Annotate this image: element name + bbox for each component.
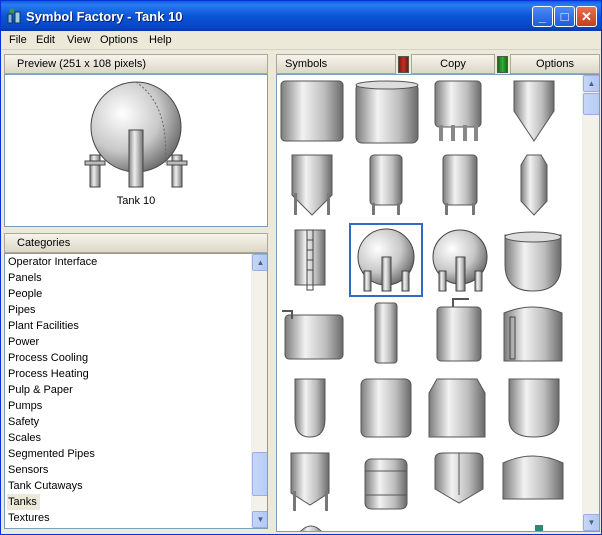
symbol-tank-24[interactable] bbox=[502, 455, 564, 500]
options-button[interactable]: Options bbox=[510, 54, 600, 74]
close-icon: ✕ bbox=[581, 9, 592, 24]
red-indicator-icon bbox=[398, 56, 409, 73]
category-item[interactable]: Panels bbox=[7, 270, 45, 286]
menu-options[interactable]: Options bbox=[100, 34, 138, 46]
pane-splitter[interactable] bbox=[269, 53, 275, 533]
symbols-header-label: Symbols bbox=[285, 58, 328, 70]
symbol-tank-17[interactable] bbox=[294, 378, 326, 438]
symbol-tank-3[interactable] bbox=[434, 80, 482, 141]
minimize-icon: _ bbox=[538, 9, 547, 24]
symbols-grid[interactable]: ▲ ▼ bbox=[276, 74, 600, 532]
copy-button-label: Copy bbox=[440, 58, 466, 70]
symbols-scrollbar[interactable]: ▲ ▼ bbox=[582, 75, 599, 531]
scroll-thumb[interactable] bbox=[252, 452, 267, 496]
symbol-tank-28[interactable] bbox=[535, 525, 543, 532]
symbol-tank-23[interactable] bbox=[434, 452, 484, 504]
window-title: Symbol Factory - Tank 10 bbox=[26, 9, 183, 24]
category-item[interactable]: People bbox=[7, 286, 45, 302]
category-item[interactable]: Pumps bbox=[7, 398, 45, 414]
scroll-down-icon[interactable]: ▼ bbox=[583, 514, 599, 531]
scroll-thumb[interactable] bbox=[583, 93, 599, 115]
close-button[interactable]: ✕ bbox=[576, 6, 597, 27]
symbol-tank-4[interactable] bbox=[513, 80, 555, 142]
category-item[interactable]: Sensors bbox=[7, 462, 51, 478]
categories-header: Categories bbox=[4, 233, 268, 253]
preview-header: Preview (251 x 108 pixels) bbox=[4, 54, 268, 74]
symbol-tank-20[interactable] bbox=[508, 378, 560, 438]
symbol-tank-8[interactable] bbox=[520, 154, 548, 216]
symbol-tank-5[interactable] bbox=[291, 154, 333, 216]
symbols-header: Symbols bbox=[276, 54, 396, 74]
category-item[interactable]: Textures bbox=[7, 510, 53, 526]
symbol-tank-14[interactable] bbox=[374, 302, 398, 364]
copy-button[interactable]: Copy bbox=[411, 54, 495, 74]
categories-list[interactable]: Operator Interface Panels People Pipes P… bbox=[4, 253, 268, 529]
category-item[interactable]: Plant Facilities bbox=[7, 318, 82, 334]
symbols-canvas bbox=[280, 80, 564, 532]
category-item[interactable]: Process Heating bbox=[7, 366, 92, 382]
menu-help[interactable]: Help bbox=[149, 34, 172, 46]
symbol-tank-19[interactable] bbox=[428, 378, 486, 438]
category-item[interactable]: Safety bbox=[7, 414, 42, 430]
category-item[interactable]: Process Cooling bbox=[7, 350, 91, 366]
categories-scrollbar[interactable]: ▲ ▼ bbox=[251, 254, 267, 528]
preview-header-label: Preview (251 x 108 pixels) bbox=[17, 58, 147, 70]
symbol-tank-9[interactable] bbox=[294, 229, 326, 291]
category-item[interactable]: Power bbox=[7, 334, 42, 350]
scroll-down-icon[interactable]: ▼ bbox=[252, 511, 267, 528]
symbol-tank-15[interactable] bbox=[436, 298, 482, 362]
symbol-tank-10-selected[interactable] bbox=[357, 228, 415, 292]
title-bar[interactable]: Symbol Factory - Tank 10 _ □ ✕ bbox=[1, 1, 601, 31]
options-button-label: Options bbox=[536, 58, 574, 70]
preview-pane: Tank 10 bbox=[4, 74, 268, 227]
category-item[interactable]: Segmented Pipes bbox=[7, 446, 98, 462]
symbol-tank-1[interactable] bbox=[280, 80, 344, 142]
scroll-up-icon[interactable]: ▲ bbox=[252, 254, 267, 271]
maximize-button[interactable]: □ bbox=[554, 6, 575, 27]
symbol-tank-12[interactable] bbox=[504, 231, 562, 292]
symbol-tank-7[interactable] bbox=[442, 154, 478, 215]
category-item-selected[interactable]: Tanks bbox=[7, 494, 40, 510]
symbol-tank-11[interactable] bbox=[432, 229, 488, 292]
symbol-tank-2[interactable] bbox=[355, 80, 419, 144]
symbol-tank-16[interactable] bbox=[503, 306, 563, 362]
green-indicator-icon bbox=[497, 56, 508, 73]
menu-bar: File Edit View Options Help bbox=[1, 31, 601, 50]
menu-file[interactable]: File bbox=[9, 34, 27, 46]
symbol-tank-21[interactable] bbox=[290, 452, 330, 511]
symbol-tank-6[interactable] bbox=[369, 154, 403, 215]
categories-header-label: Categories bbox=[17, 237, 71, 249]
category-item[interactable]: Pipes bbox=[7, 302, 39, 318]
menu-edit[interactable]: Edit bbox=[36, 34, 55, 46]
app-icon bbox=[7, 8, 21, 24]
app-window: Symbol Factory - Tank 10 _ □ ✕ File Edit… bbox=[0, 0, 602, 535]
category-item[interactable]: Pulp & Paper bbox=[7, 382, 76, 398]
category-item[interactable]: Operator Interface bbox=[7, 254, 100, 270]
maximize-icon: □ bbox=[560, 9, 569, 24]
symbol-tank-13[interactable] bbox=[282, 310, 344, 360]
minimize-button[interactable]: _ bbox=[532, 6, 553, 27]
category-item[interactable]: Scales bbox=[7, 430, 44, 446]
scroll-up-icon[interactable]: ▲ bbox=[583, 75, 599, 92]
symbol-tank-22[interactable] bbox=[364, 458, 408, 510]
symbol-tank-18[interactable] bbox=[360, 378, 412, 438]
category-item[interactable]: Tank Cutaways bbox=[7, 478, 86, 494]
preview-caption: Tank 10 bbox=[116, 195, 156, 207]
symbol-tank-25[interactable] bbox=[299, 525, 323, 532]
menu-view[interactable]: View bbox=[67, 34, 91, 46]
